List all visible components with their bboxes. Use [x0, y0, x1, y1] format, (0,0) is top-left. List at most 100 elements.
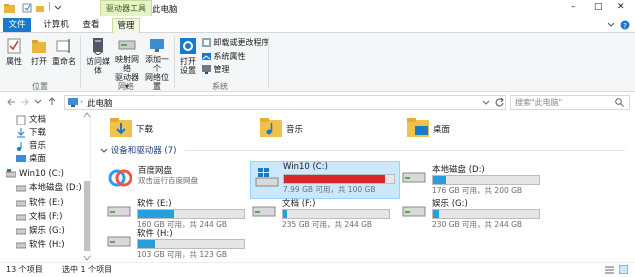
- nav-item-drive-g[interactable]: 娱乐 (G:): [16, 225, 65, 237]
- drive-tile-h[interactable]: 软件 (H:) 103 GB 可用，共 123 GB: [105, 227, 245, 261]
- tab-view[interactable]: 查看: [78, 18, 104, 32]
- maximize-button[interactable]: □: [594, 2, 608, 14]
- add-network-location-button[interactable]: 添加一个 网络位置: [142, 37, 172, 91]
- nav-item-label: Win10 (C:): [19, 169, 64, 179]
- downloads-icon: [17, 127, 25, 137]
- address-box[interactable]: › 此电脑: [64, 95, 506, 110]
- drive-icon: [107, 206, 131, 217]
- manage-label: 管理: [213, 65, 230, 74]
- folder-desktop[interactable]: 桌面: [407, 115, 477, 141]
- drive-name: 软件 (E:): [137, 199, 172, 209]
- nav-scrollbar-track: [83, 112, 91, 261]
- windows-drive-icon: [255, 168, 279, 187]
- nav-item-label: 文档: [29, 115, 47, 125]
- breadcrumb-separator: ›: [80, 97, 84, 106]
- drive-tile-g[interactable]: 娱乐 (G:) 230 GB 可用，共 244 GB: [400, 197, 540, 231]
- nav-item-drive-f[interactable]: 文档 (F:): [16, 211, 62, 223]
- nav-item-drive-d[interactable]: 本地磁盘 (D:): [16, 182, 82, 194]
- manage-button[interactable]: 管理: [202, 64, 230, 75]
- drive-name: 本地磁盘 (D:): [432, 165, 485, 175]
- up-arrow-icon[interactable]: [47, 96, 57, 106]
- network-location-icon: [150, 39, 164, 52]
- large-icons-view-icon[interactable]: [619, 265, 628, 274]
- folder-music[interactable]: 音乐: [260, 115, 330, 141]
- folder-downloads[interactable]: 下载: [110, 115, 180, 141]
- tab-file[interactable]: 文件: [3, 18, 31, 32]
- search-input[interactable]: 搜索"此电脑": [510, 95, 630, 110]
- back-arrow-icon[interactable]: [6, 97, 16, 107]
- properties-button[interactable]: 属性: [3, 37, 25, 66]
- qat-dropdown-icon[interactable]: [54, 5, 62, 11]
- search-icon: [615, 98, 624, 107]
- refresh-icon[interactable]: [495, 98, 504, 107]
- details-view-icon[interactable]: [605, 265, 614, 274]
- tab-computer[interactable]: 计算机: [38, 18, 74, 32]
- nav-item-downloads[interactable]: 下载: [16, 127, 46, 139]
- help-label: ?: [623, 22, 627, 30]
- drive-name: 娱乐 (G:): [432, 199, 468, 209]
- section-header-devices[interactable]: 设备和驱动器 (7): [100, 144, 176, 156]
- access-media-button[interactable]: 访问媒体: [84, 37, 112, 75]
- ribbon-collapse-icon[interactable]: [607, 22, 615, 28]
- desktop-folder-icon: [407, 118, 429, 137]
- content-pane: 下载 音乐 桌面 设备和驱动器 (7) 百度网盘 双击运行百度网盘 Win10 …: [95, 111, 635, 262]
- breadcrumb-this-pc[interactable]: 此电脑: [87, 97, 113, 109]
- address-dropdown-icon[interactable]: [482, 100, 490, 106]
- drive-tile-d[interactable]: 本地磁盘 (D:) 176 GB 可用，共 200 GB: [400, 163, 540, 197]
- group-network-label: 网络: [118, 82, 134, 91]
- title-bar: | 驱动器工具 此电脑 – □ ✕: [0, 0, 635, 18]
- section-title: 设备和驱动器 (7): [110, 146, 177, 156]
- properties-label: 属性: [6, 57, 22, 66]
- nav-item-label: 下载: [29, 128, 47, 138]
- nav-item-label: 软件 (H:): [29, 240, 65, 250]
- drive-tile-baidu[interactable]: 百度网盘 双击运行百度网盘: [105, 163, 247, 199]
- forward-arrow-icon[interactable]: [20, 97, 30, 107]
- drive-name: 文档 (F:): [282, 199, 316, 209]
- drive-caption: 176 GB 可用，共 200 GB: [432, 186, 523, 195]
- network-drive-icon: [118, 40, 136, 50]
- drive-icon: [16, 228, 26, 234]
- open-settings-label-1: 打开: [180, 57, 196, 66]
- drive-icon: [16, 200, 26, 206]
- drive-tile-c[interactable]: Win10 (C:) 7.99 GB 可用，共 100 GB: [250, 161, 400, 199]
- drive-usage-fill: [284, 175, 386, 183]
- nav-item-desktop[interactable]: 桌面: [16, 153, 46, 165]
- drive-tile-e[interactable]: 软件 (E:) 160 GB 可用，共 244 GB: [105, 197, 245, 231]
- recent-locations-icon[interactable]: [34, 99, 42, 105]
- drive-usage-bar: [137, 239, 245, 249]
- ribbon-separator: [174, 36, 175, 88]
- nav-item-drive-e[interactable]: 软件 (E:): [16, 197, 64, 209]
- baidu-netdisk-icon: [108, 169, 132, 187]
- rename-button[interactable]: 重命名: [51, 37, 77, 66]
- drive-tile-f[interactable]: 文档 (F:) 235 GB 可用，共 244 GB: [250, 197, 390, 231]
- nav-item-drive-h[interactable]: 软件 (H:): [16, 239, 65, 251]
- open-button[interactable]: 打开: [28, 37, 50, 66]
- nav-item-drive-c[interactable]: Win10 (C:): [6, 168, 64, 180]
- uninstall-program-button[interactable]: 卸载或更改程序: [202, 37, 270, 48]
- access-media-label: 访问媒体: [86, 57, 110, 75]
- nav-item-music[interactable]: 音乐: [16, 140, 46, 152]
- rename-icon: [56, 39, 70, 53]
- drive-usage-bar: [432, 175, 540, 185]
- help-icon[interactable]: ?: [620, 20, 630, 30]
- nav-item-label: 音乐: [29, 141, 47, 151]
- nav-scrollbar[interactable]: [83, 111, 91, 262]
- downloads-folder-icon: [110, 118, 132, 137]
- explorer-icon[interactable]: [4, 3, 15, 14]
- minimize-button[interactable]: –: [571, 2, 585, 14]
- nav-item-label: 软件 (E:): [29, 198, 64, 208]
- group-location-label: 位置: [32, 82, 48, 91]
- tab-manage[interactable]: 管理: [112, 18, 140, 33]
- collapse-chevron-icon: [100, 148, 108, 153]
- nav-item-documents[interactable]: 文档: [16, 114, 46, 126]
- open-settings-button[interactable]: 打开 设置: [177, 37, 199, 75]
- rename-label: 重命名: [52, 57, 76, 66]
- drive-icon: [16, 214, 26, 220]
- new-folder-qat-icon[interactable]: [35, 3, 45, 13]
- map-drive-label-1: 映射网络: [115, 55, 139, 73]
- properties-qat-icon[interactable]: [22, 3, 32, 13]
- close-button[interactable]: ✕: [617, 2, 631, 14]
- drive-name: Win10 (C:): [283, 162, 328, 172]
- drive-caption: 103 GB 可用，共 123 GB: [137, 250, 228, 259]
- system-properties-button[interactable]: 系统属性: [202, 51, 246, 62]
